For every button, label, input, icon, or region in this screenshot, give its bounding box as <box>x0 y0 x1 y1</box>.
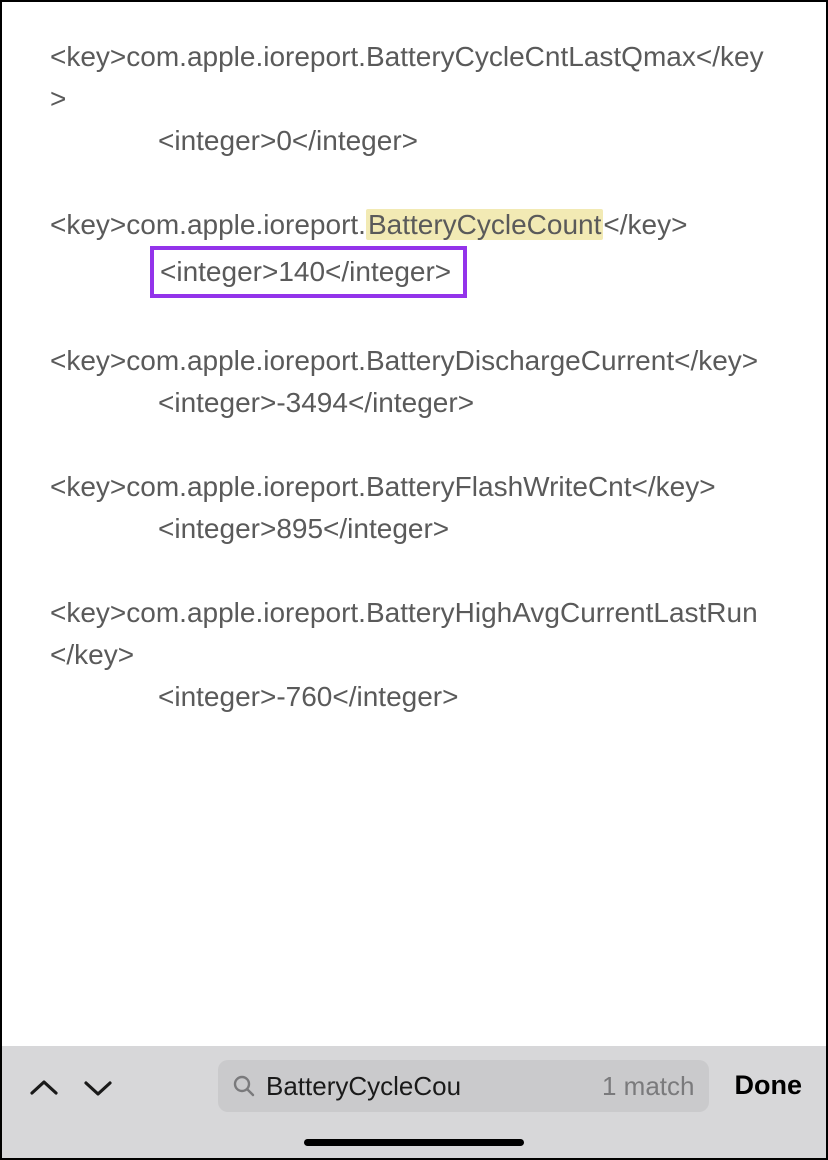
chevron-up-icon <box>29 1077 59 1099</box>
plist-entry: <key>com.apple.ioreport.BatteryFlashWrit… <box>50 466 778 550</box>
annotation-box: <integer>140</integer> <box>150 246 467 298</box>
integer-line: <integer>-760</integer> <box>50 676 778 718</box>
integer-line: <integer>-3494</integer> <box>50 382 778 424</box>
search-highlight: BatteryCycleCount <box>366 209 603 240</box>
chevron-down-icon <box>83 1077 113 1099</box>
plist-entry: <key>com.apple.ioreport.BatteryDischarge… <box>50 340 778 424</box>
nav-arrows-group <box>18 1060 116 1106</box>
plist-entry: <key>com.apple.ioreport.BatteryHighAvgCu… <box>50 592 778 718</box>
plist-entry: <key>com.apple.ioreport.BatteryCycleCoun… <box>50 204 778 298</box>
key-line: <key>com.apple.ioreport.BatteryHighAvgCu… <box>50 592 778 676</box>
home-indicator[interactable] <box>304 1139 524 1146</box>
key-line: <key>com.apple.ioreport.BatteryCycleCntL… <box>50 36 778 120</box>
search-input[interactable]: BatteryCycleCou 1 match <box>218 1060 709 1112</box>
search-icon <box>232 1074 256 1098</box>
key-line: <key>com.apple.ioreport.BatteryCycleCoun… <box>50 204 778 246</box>
search-input-text: BatteryCycleCou <box>266 1071 598 1102</box>
plist-content: <key>com.apple.ioreport.BatteryCycleCntL… <box>2 2 826 718</box>
plist-entry: <key>com.apple.ioreport.BatteryCycleCntL… <box>50 36 778 162</box>
match-count-label: 1 match <box>598 1071 695 1102</box>
key-line: <key>com.apple.ioreport.BatteryFlashWrit… <box>50 466 778 508</box>
done-button[interactable]: Done <box>727 1060 811 1101</box>
key-line: <key>com.apple.ioreport.BatteryDischarge… <box>50 340 778 382</box>
integer-line: <integer>0</integer> <box>50 120 778 162</box>
previous-match-button[interactable] <box>26 1070 62 1106</box>
next-match-button[interactable] <box>80 1070 116 1106</box>
integer-line: <integer>895</integer> <box>50 508 778 550</box>
